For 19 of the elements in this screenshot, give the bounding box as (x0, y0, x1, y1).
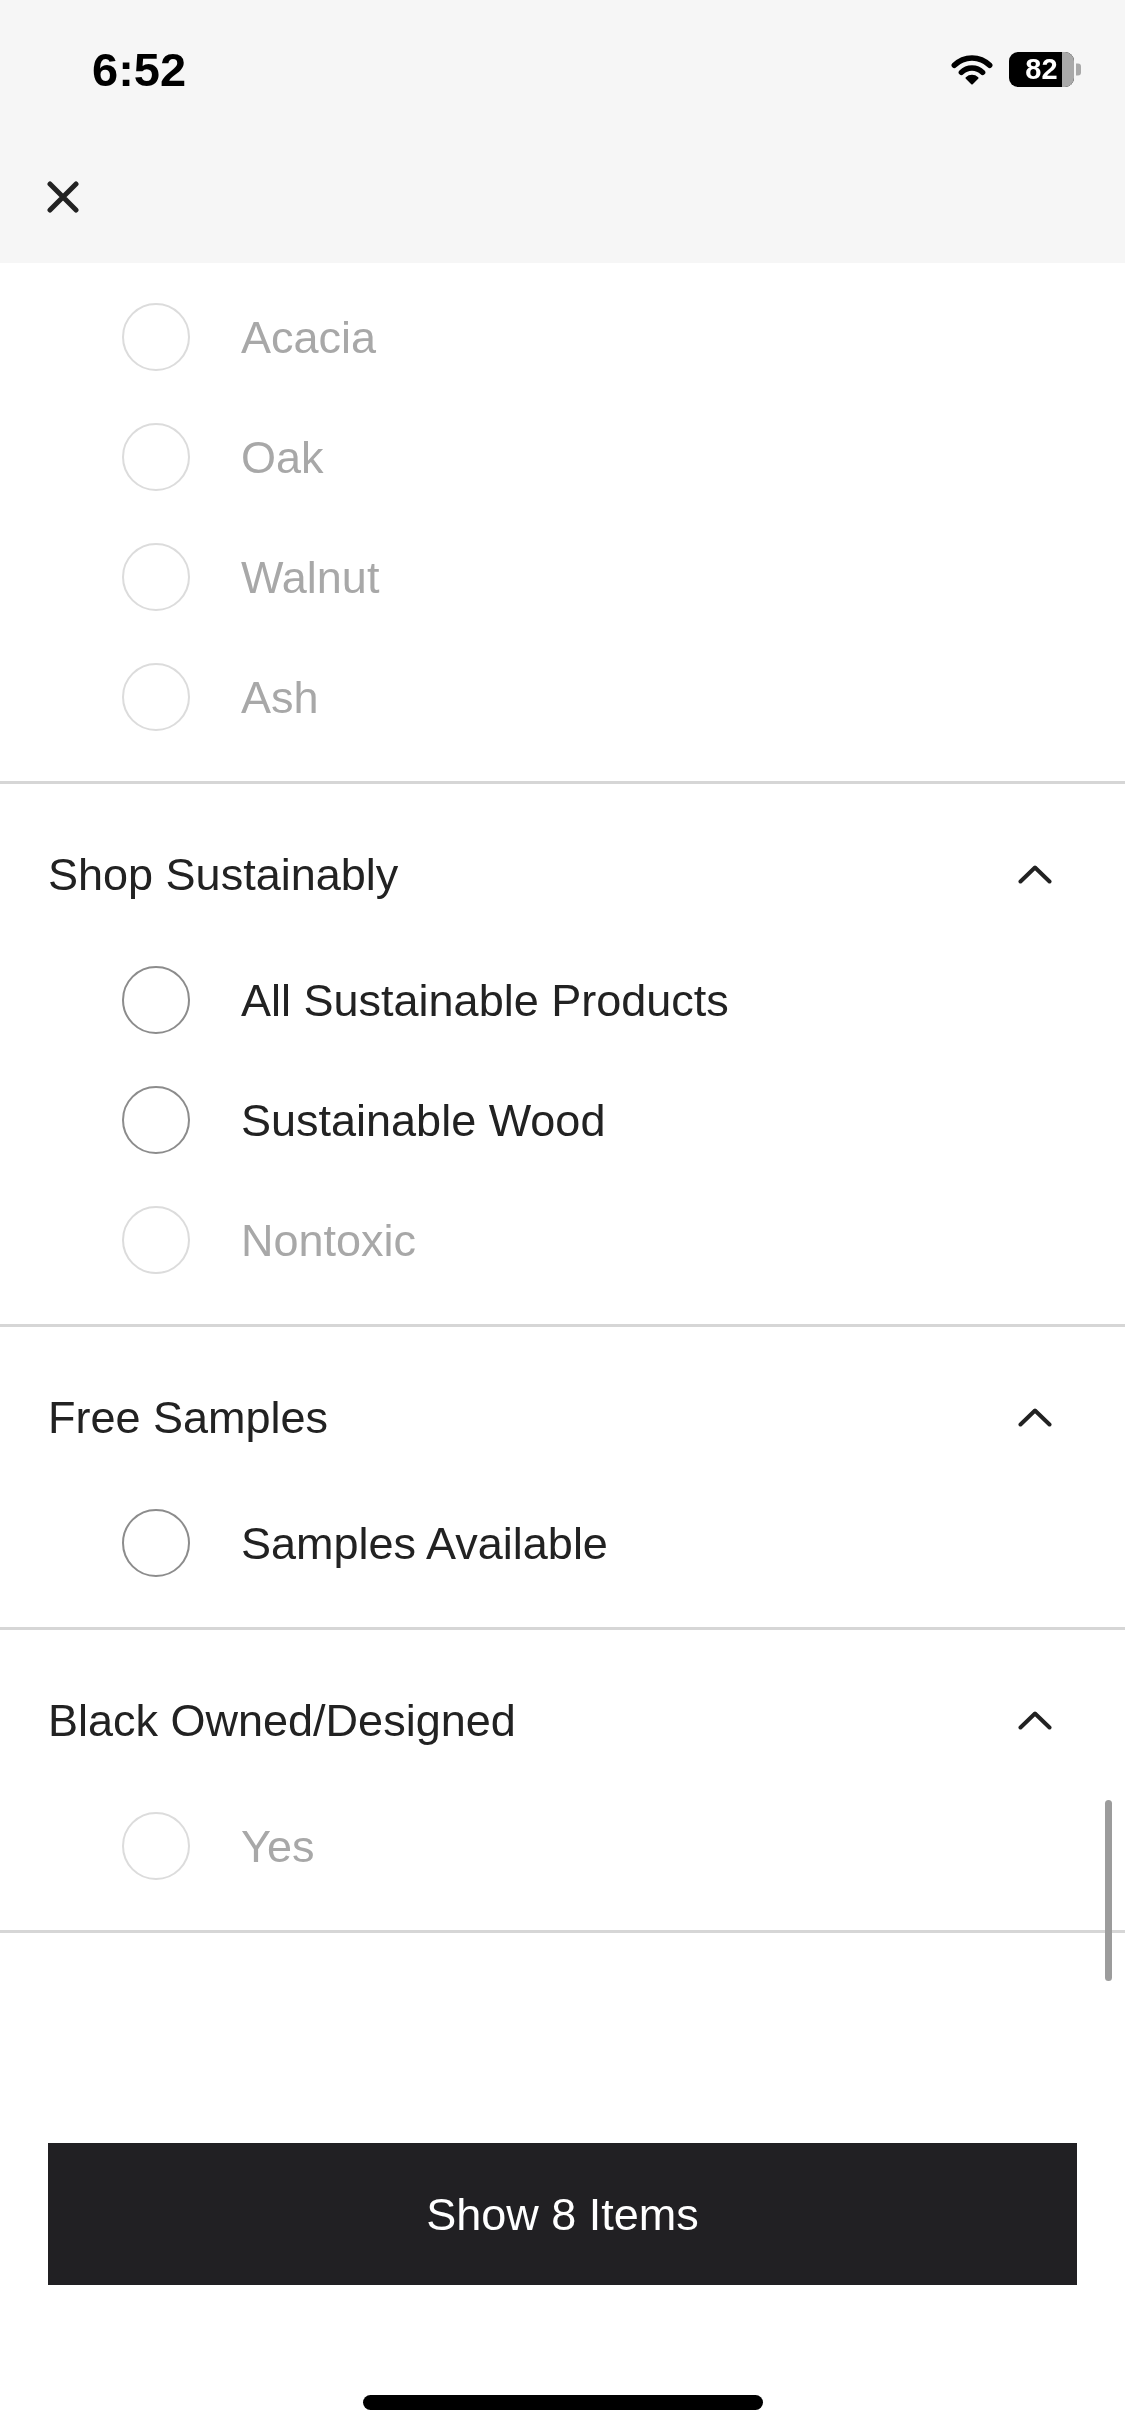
filter-option[interactable]: All Sustainable Products (122, 966, 729, 1034)
filter-option[interactable]: Samples Available (122, 1509, 608, 1577)
chevron-up-icon (1018, 1710, 1052, 1730)
battery-percentage: 82 (1025, 54, 1058, 84)
show-items-button[interactable]: Show 8 Items (48, 2143, 1077, 2285)
section-header[interactable]: Shop Sustainably (48, 832, 1052, 916)
radio-button[interactable] (122, 1086, 190, 1154)
radio-button[interactable] (122, 966, 190, 1034)
chevron-up-icon (1018, 864, 1052, 884)
radio-button[interactable] (122, 1509, 190, 1577)
battery-icon (1009, 51, 1081, 87)
status-time: 6:52 (92, 45, 187, 93)
wifi-icon (949, 52, 995, 86)
chevron-up-icon (1018, 1407, 1052, 1427)
section-header[interactable]: Black Owned/Designed (48, 1678, 1052, 1762)
filter-option[interactable]: Sustainable Wood (122, 1086, 606, 1154)
close-button[interactable] (47, 181, 79, 213)
section-header[interactable]: Free Samples (48, 1375, 1052, 1459)
close-icon (47, 181, 79, 213)
